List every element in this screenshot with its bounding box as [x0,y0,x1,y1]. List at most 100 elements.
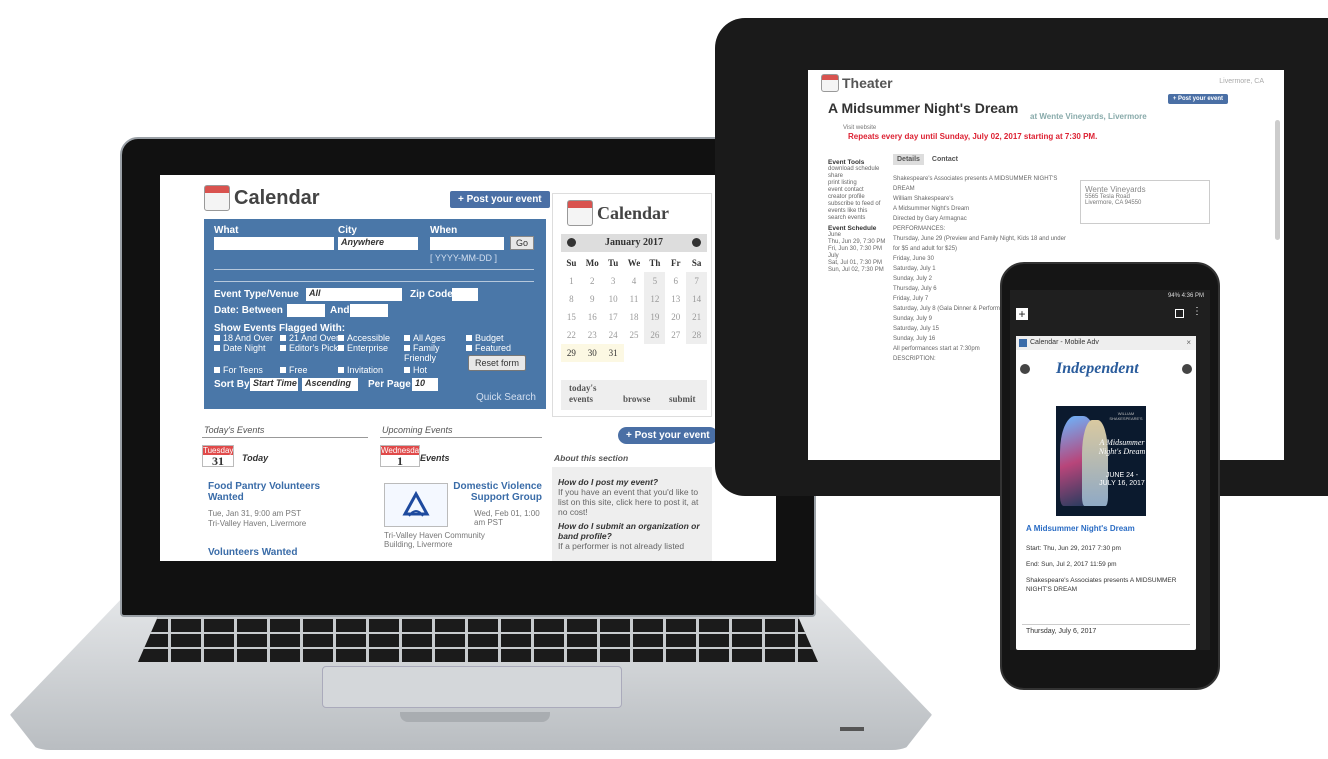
flag-checkbox[interactable]: Free [280,365,308,375]
calendar-day[interactable]: 17 [603,308,624,326]
prev-month-icon[interactable] [567,238,576,247]
theater-icon [821,74,839,93]
submit-link[interactable]: submit [669,394,696,404]
scrollbar[interactable] [1275,120,1280,240]
tabs-icon[interactable] [1175,309,1184,318]
next-month-icon[interactable] [692,238,701,247]
quick-search-link[interactable]: Quick Search [476,392,536,403]
calendar-day[interactable]: 25 [624,326,645,344]
flag-checkbox[interactable]: Invitation [338,365,383,375]
tab-details[interactable]: Details [893,154,924,165]
calendar-day[interactable]: 26 [644,326,666,344]
flag-checkbox[interactable]: 18 And Over [214,333,273,343]
event-link[interactable]: Volunteers Wanted [208,547,297,558]
tool-link[interactable]: subscribe to feed of events like this [828,201,888,215]
prev-icon[interactable] [1020,364,1030,374]
event-end: End: Sun, Jul 2, 2017 11:59 pm [1026,561,1117,568]
city-select[interactable]: Anywhere [338,237,418,250]
order-select[interactable]: Ascending [302,378,358,391]
calendar-day[interactable]: 9 [582,290,603,308]
flag-checkbox[interactable]: Featured [466,343,511,353]
venue-name[interactable]: Wente Vineyards [1085,185,1205,194]
browse-link[interactable]: browse [623,394,650,404]
more-icon[interactable]: ⋮ [1192,306,1202,317]
schedule-item[interactable]: Thu, Jun 29, 7:30 PM [828,239,888,246]
calendar-day[interactable]: 19 [644,308,666,326]
tool-link[interactable]: search events [828,215,888,222]
calendar-day[interactable]: 23 [582,326,603,344]
calendar-day[interactable]: 18 [624,308,645,326]
calendar-day[interactable]: 27 [665,326,686,344]
calendar-day[interactable]: 4 [624,272,645,290]
flag-checkbox[interactable]: Accessible [338,333,390,343]
flag-checkbox[interactable]: Family Friendly [404,343,460,363]
close-icon[interactable]: × [1186,336,1191,350]
schedule-item[interactable]: July [828,253,888,260]
event-description: Shakespeare's Associates presents A MIDS… [1026,577,1177,593]
calendar-day[interactable]: 10 [603,290,624,308]
next-icon[interactable] [1182,364,1192,374]
flag-checkbox[interactable]: Budget [466,333,504,343]
calendar-day[interactable]: 20 [665,308,686,326]
calendar-day[interactable]: 14 [686,290,707,308]
schedule-item[interactable]: Fri, Jun 30, 7:30 PM [828,246,888,253]
faq-question: How do I submit an organization or band … [558,521,700,541]
post-event-button[interactable]: + Post your event [450,191,550,208]
post-event-button-2[interactable]: + Post your event [618,427,718,444]
what-input[interactable] [214,237,334,250]
tool-link[interactable]: creator profile [828,194,888,201]
event-link[interactable]: A Midsummer Night's Dream [1026,524,1135,533]
calendar-day[interactable]: 2 [582,272,603,290]
per-page-select[interactable]: 10 [412,378,438,391]
calendar-day[interactable]: 24 [603,326,624,344]
calendar-day[interactable]: 22 [561,326,582,344]
calendar-day[interactable]: 13 [665,290,686,308]
tool-link[interactable]: print listing [828,180,888,187]
tool-link[interactable]: share [828,173,888,180]
when-label: When [430,225,458,236]
calendar-day[interactable]: 5 [644,272,666,290]
calendar-day[interactable]: 1 [561,272,582,290]
flag-checkbox[interactable]: Editor's Pick [280,343,338,353]
flag-checkbox[interactable]: Date Night [214,343,266,353]
type-select[interactable]: All [306,288,402,301]
calendar-day[interactable]: 12 [644,290,666,308]
calendar-day[interactable]: 30 [581,344,603,362]
event-link[interactable]: Food Pantry Volunteers Wanted [208,481,348,503]
flag-checkbox[interactable]: For Teens [214,365,263,375]
date-to-input[interactable] [350,304,388,317]
event-poster[interactable]: WILLIAM SHAKESPEARE'S A Midsummer Night'… [1056,406,1146,516]
when-input[interactable] [430,237,504,250]
sort-select[interactable]: Start Time [250,378,298,391]
tab-contact[interactable]: Contact [927,154,962,165]
calendar-day[interactable]: 28 [686,326,707,344]
schedule-item[interactable]: June [828,232,888,239]
go-button[interactable]: Go [510,236,535,250]
add-icon[interactable]: + [1016,308,1028,320]
flag-checkbox[interactable]: 21 And Over [280,333,339,343]
calendar-day[interactable]: 7 [686,272,707,290]
flag-checkbox[interactable]: All Ages [404,333,446,343]
zip-input[interactable] [452,288,478,301]
calendar-day[interactable]: 29 [561,344,582,362]
event-link[interactable]: Domestic Violence Support Group [452,481,542,503]
calendar-day[interactable]: 31 [602,344,624,362]
date-from-input[interactable] [287,304,325,317]
post-event-button[interactable]: + Post your event [1167,94,1228,104]
calendar-day[interactable]: 3 [603,272,624,290]
tool-link[interactable]: event contact [828,187,888,194]
tool-link[interactable]: download schedule [828,166,888,173]
todays-events-link[interactable]: today's events [569,383,609,405]
reset-form-button[interactable]: Reset form [468,355,527,371]
schedule-item[interactable]: Sun, Jul 02, 7:30 PM [828,267,888,274]
flag-checkbox[interactable]: Hot [404,365,427,375]
calendar-day[interactable]: 21 [686,308,707,326]
visit-website-link[interactable]: Visit website [843,125,876,131]
calendar-day[interactable]: 11 [624,290,645,308]
calendar-day[interactable]: 8 [561,290,582,308]
calendar-day[interactable]: 16 [582,308,603,326]
calendar-day[interactable]: 15 [561,308,582,326]
calendar-day[interactable]: 6 [665,272,686,290]
flag-checkbox[interactable]: Enterprise [338,343,388,353]
schedule-item[interactable]: Sat, Jul 01, 7:30 PM [828,260,888,267]
